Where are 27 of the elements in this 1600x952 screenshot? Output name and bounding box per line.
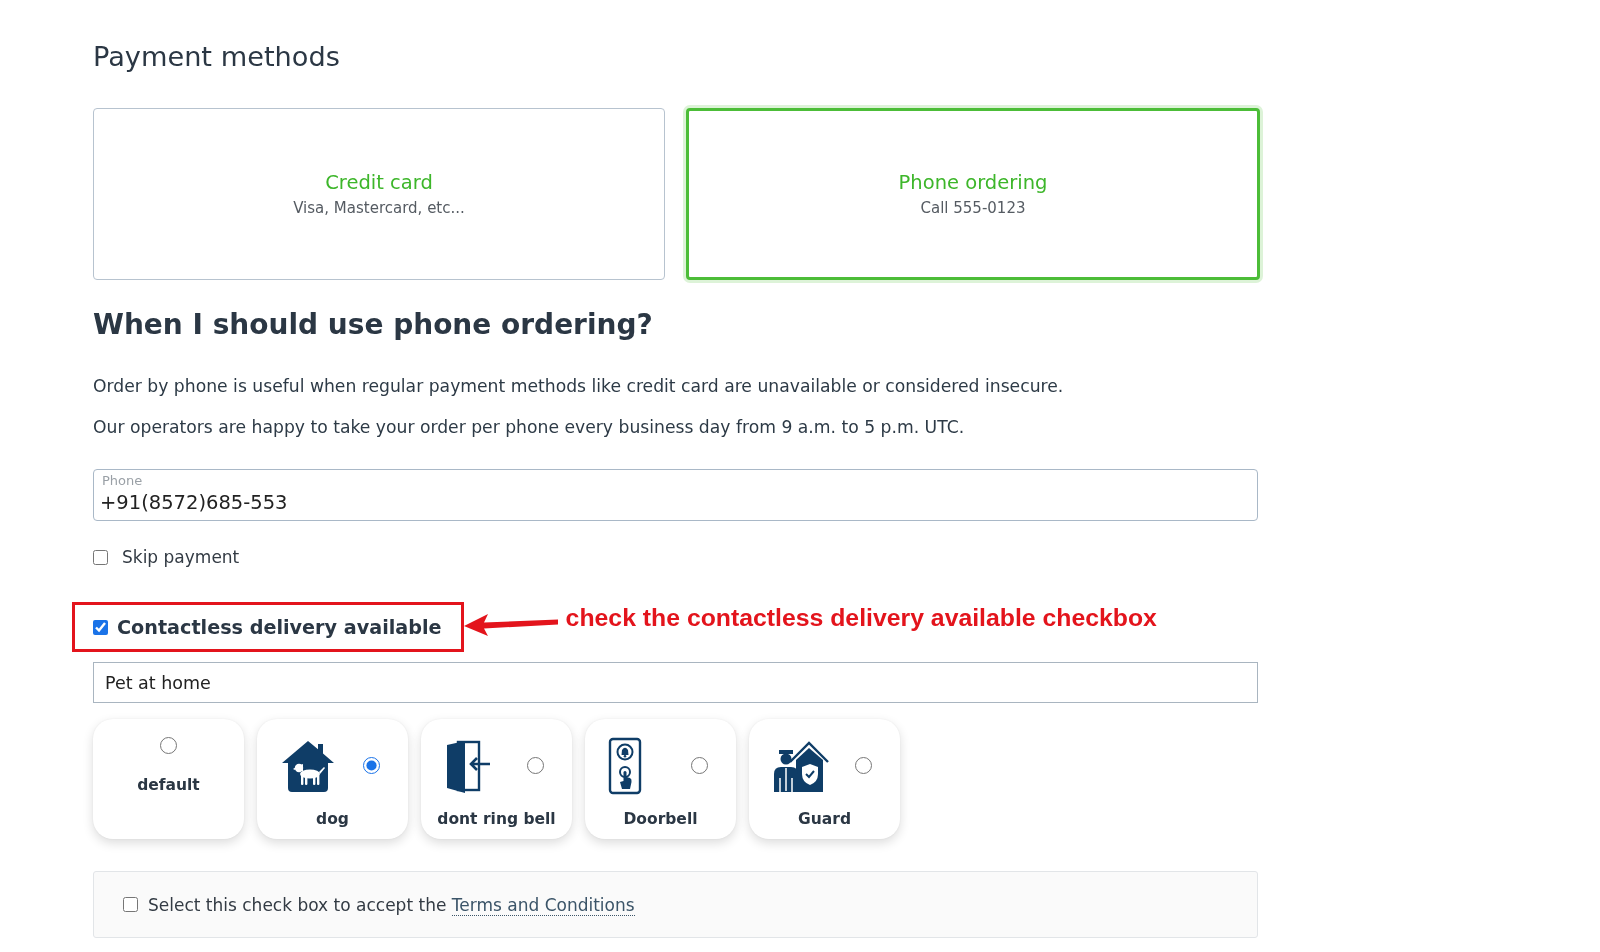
- checkbox[interactable]: [123, 897, 138, 912]
- radio-button[interactable]: [160, 737, 177, 754]
- option-label: dog: [316, 809, 349, 830]
- checkbox-label: Skip payment: [122, 547, 240, 567]
- terms-text: Select this check box to accept the Terms and Conditions: [148, 894, 635, 915]
- radio-button[interactable]: [855, 757, 872, 774]
- radio-button[interactable]: [527, 757, 544, 774]
- doorbell-icon: [608, 736, 642, 795]
- radio-button[interactable]: [691, 757, 708, 774]
- option-label: dont ring bell: [437, 809, 556, 830]
- radio-button[interactable]: [363, 757, 380, 774]
- paragraph: Our operators are happy to take your order per phone every business day from 9 a.m. to 5 p.m. UTC.: [93, 416, 965, 439]
- payment-method-card[interactable]: Credit card Visa, Mastercard, etc...: [93, 108, 665, 280]
- paragraph: Order by phone is useful when regular payment methods like credit card are unavailable or considered insecure.: [93, 375, 1064, 398]
- option-label: Guard: [798, 809, 851, 830]
- text-input[interactable]: Pet at home: [93, 662, 1258, 703]
- checkbox-label: Contactless delivery available: [117, 615, 442, 639]
- terms-link[interactable]: Terms and Conditions: [451, 894, 635, 916]
- option-label: Doorbell: [623, 809, 698, 830]
- checkbox[interactable]: [93, 549, 108, 565]
- phone-field[interactable]: Phone +91(8572)685-553: [93, 469, 1258, 521]
- checkbox[interactable]: [93, 619, 108, 635]
- payment-method-card[interactable]: Phone ordering Call 555-0123: [686, 108, 1260, 280]
- section-heading: When I should use phone ordering?: [93, 307, 653, 343]
- annotation-text: check the contactless delivery available checkbox: [565, 604, 1157, 632]
- option-label: default: [137, 775, 200, 796]
- section-title: Payment methods: [93, 40, 340, 74]
